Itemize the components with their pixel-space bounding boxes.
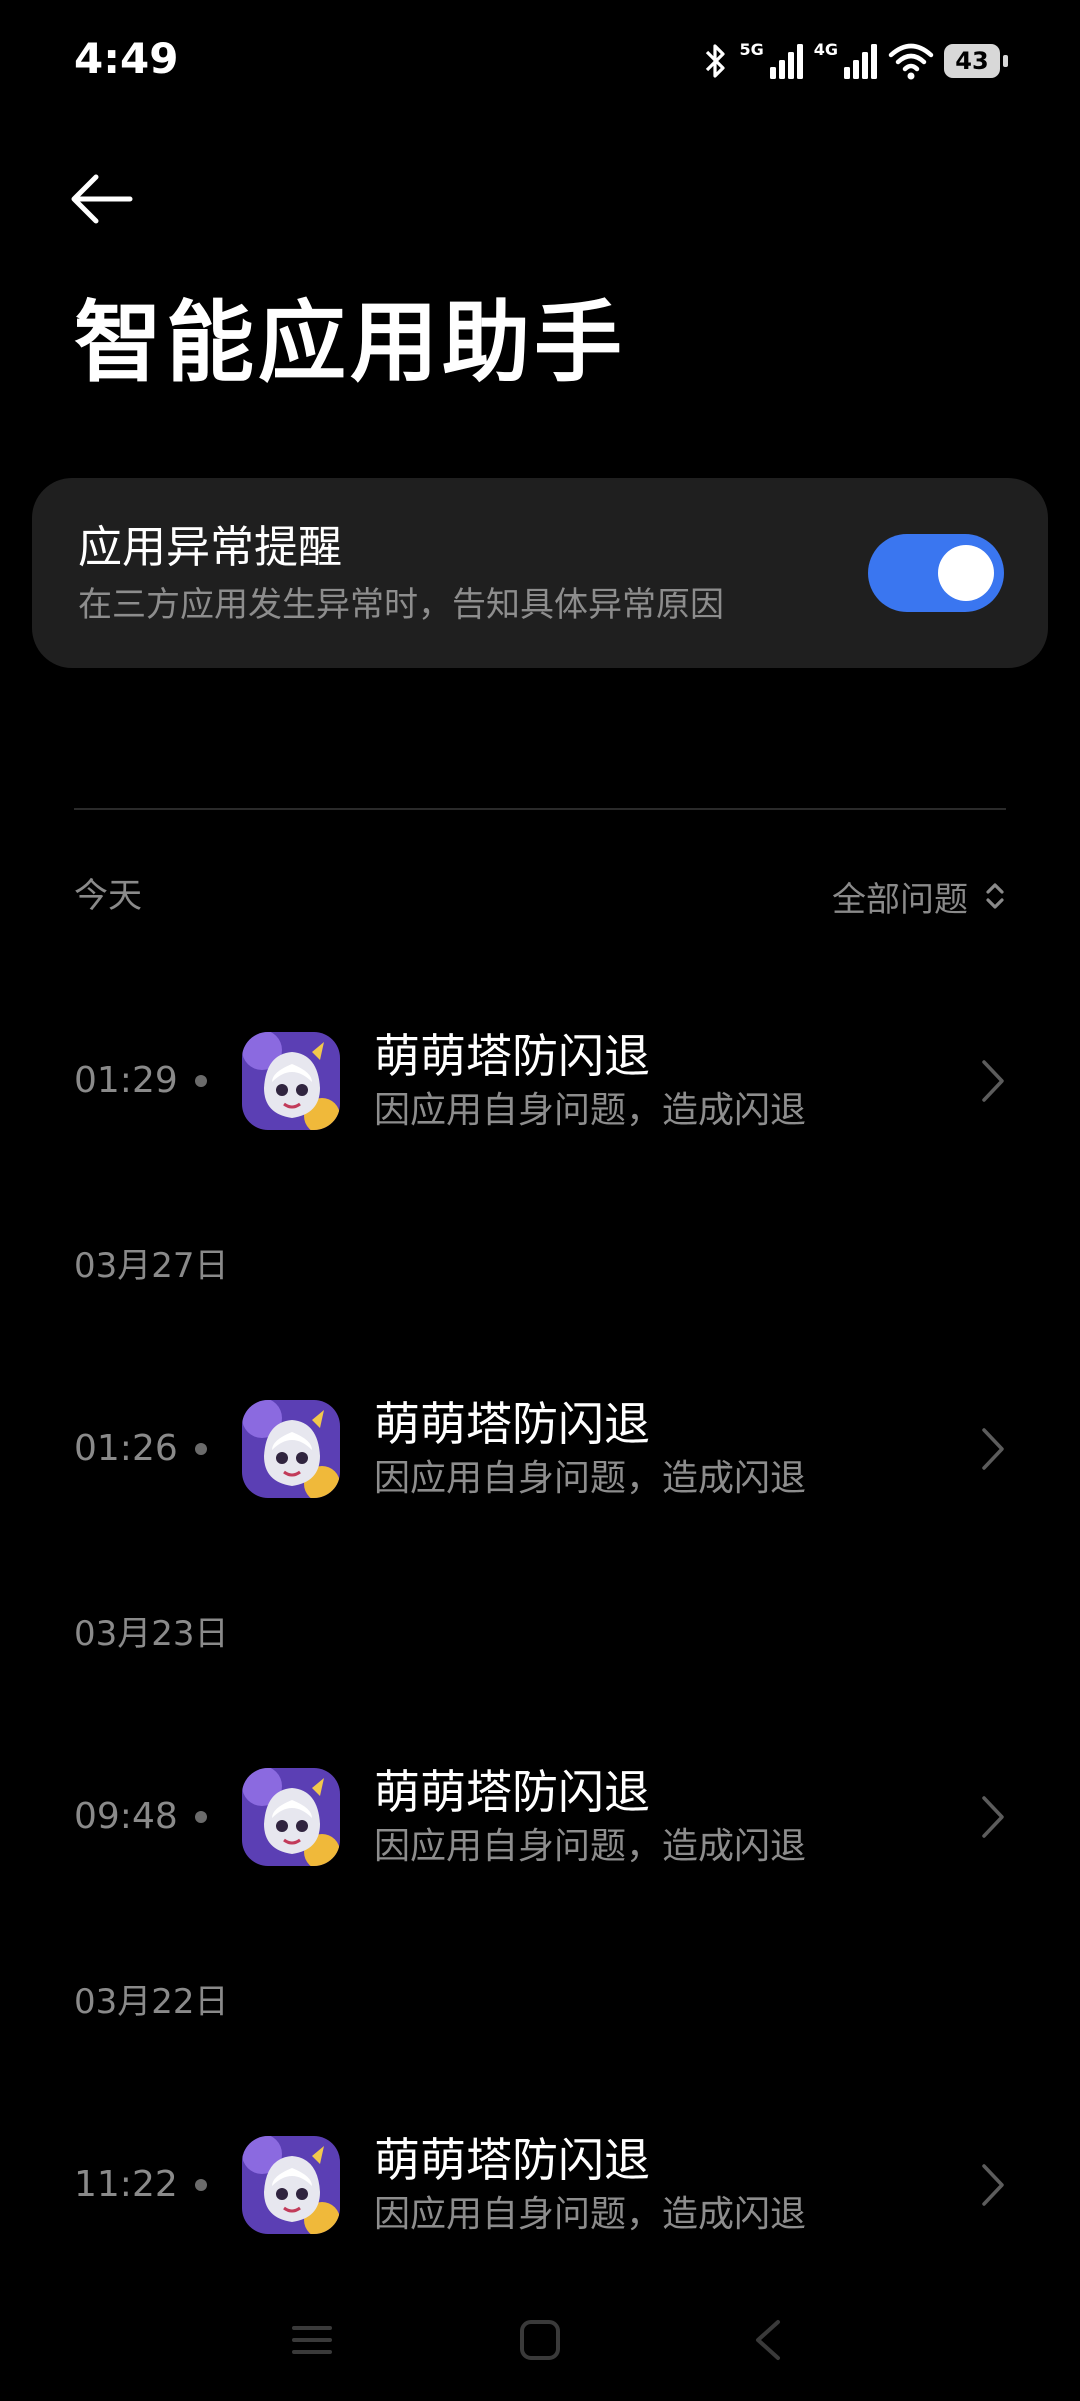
back-chevron-icon xyxy=(756,2320,780,2360)
back-button[interactable] xyxy=(66,164,156,234)
recent-apps-button[interactable] xyxy=(282,2310,342,2370)
app-exception-toggle[interactable] xyxy=(868,534,1004,612)
event-time: 09:48 xyxy=(74,1796,178,1837)
bluetooth-icon xyxy=(706,44,726,78)
event-time: 01:26 xyxy=(74,1428,178,1469)
chevron-right-icon xyxy=(982,1428,1004,1470)
timeline-dot xyxy=(195,1811,207,1823)
crash-reason: 因应用自身问题，造成闪退 xyxy=(374,1458,807,1499)
app-icon xyxy=(242,1768,340,1866)
nav-back-button[interactable] xyxy=(738,2310,798,2370)
screen: 4:49 5G 4G 43 智能应用助手 应用异常提醒 在三方应用发生异常时，告… xyxy=(0,0,1080,2401)
list-item[interactable]: 09:48 萌萌塔防闪退 因应用自身问题，造成闪退 xyxy=(0,1752,1080,1882)
toggle-knob xyxy=(938,545,994,601)
app-name: 萌萌塔防闪退 xyxy=(374,1765,650,1819)
event-time: 11:22 xyxy=(74,2164,178,2205)
app-name: 萌萌塔防闪退 xyxy=(374,1397,650,1451)
home-square-icon xyxy=(520,2320,560,2360)
divider xyxy=(74,808,1006,810)
network-label-4g: 4G xyxy=(813,39,838,59)
filter-label: 全部问题 xyxy=(832,879,968,920)
crash-reason: 因应用自身问题，造成闪退 xyxy=(374,2194,807,2235)
list-item[interactable]: 11:22 萌萌塔防闪退 因应用自身问题，造成闪退 xyxy=(0,2120,1080,2250)
setting-title: 应用异常提醒 xyxy=(78,522,342,573)
app-icon xyxy=(242,2136,340,2234)
status-bar: 4:49 5G 4G 43 xyxy=(0,0,1080,120)
app-icon xyxy=(242,1032,340,1130)
chevron-right-icon xyxy=(982,2164,1004,2206)
crash-reason: 因应用自身问题，造成闪退 xyxy=(374,1090,807,1131)
navigation-bar xyxy=(0,2300,1080,2380)
menu-icon xyxy=(292,2326,332,2354)
app-name: 萌萌塔防闪退 xyxy=(374,2133,650,2187)
app-icon xyxy=(242,1400,340,1498)
date-label-today: 今天 xyxy=(74,876,142,916)
date-label: 03月23日 xyxy=(74,1614,229,1654)
timeline-dot xyxy=(195,1075,207,1087)
timeline-dot xyxy=(195,1443,207,1455)
list-item[interactable]: 01:29 萌萌塔防闪退 因应用自身问题，造成闪退 xyxy=(0,1016,1080,1146)
page-title: 智能应用助手 xyxy=(74,291,627,394)
signal-icon xyxy=(769,44,803,79)
list-header: 今天 全部问题 xyxy=(74,866,1006,926)
date-label: 03月27日 xyxy=(74,1246,229,1286)
timeline-dot xyxy=(195,2179,207,2191)
list-item[interactable]: 01:26 萌萌塔防闪退 因应用自身问题，造成闪退 xyxy=(0,1384,1080,1514)
chevron-right-icon xyxy=(982,1060,1004,1102)
home-button[interactable] xyxy=(510,2310,570,2370)
back-arrow-icon xyxy=(71,174,133,224)
wifi-icon xyxy=(888,43,934,80)
network-label-5g: 5G xyxy=(739,39,764,59)
chevron-right-icon xyxy=(982,1796,1004,1838)
event-time: 01:29 xyxy=(74,1060,178,1101)
battery-icon: 43 xyxy=(944,44,1008,78)
signal-icon xyxy=(844,44,877,79)
sort-updown-icon xyxy=(986,883,1004,909)
setting-card-app-exception-alert: 应用异常提醒 在三方应用发生异常时，告知具体异常原因 xyxy=(32,478,1048,668)
date-label: 03月22日 xyxy=(74,1982,229,2022)
battery-level: 43 xyxy=(955,47,989,75)
app-name: 萌萌塔防闪退 xyxy=(374,1029,650,1083)
status-time: 4:49 xyxy=(74,34,179,83)
filter-dropdown[interactable]: 全部问题 xyxy=(832,866,1006,926)
status-icons: 5G 4G 43 xyxy=(703,36,1008,86)
crash-reason: 因应用自身问题，造成闪退 xyxy=(374,1826,807,1867)
setting-description: 在三方应用发生异常时，告知具体异常原因 xyxy=(78,585,724,625)
